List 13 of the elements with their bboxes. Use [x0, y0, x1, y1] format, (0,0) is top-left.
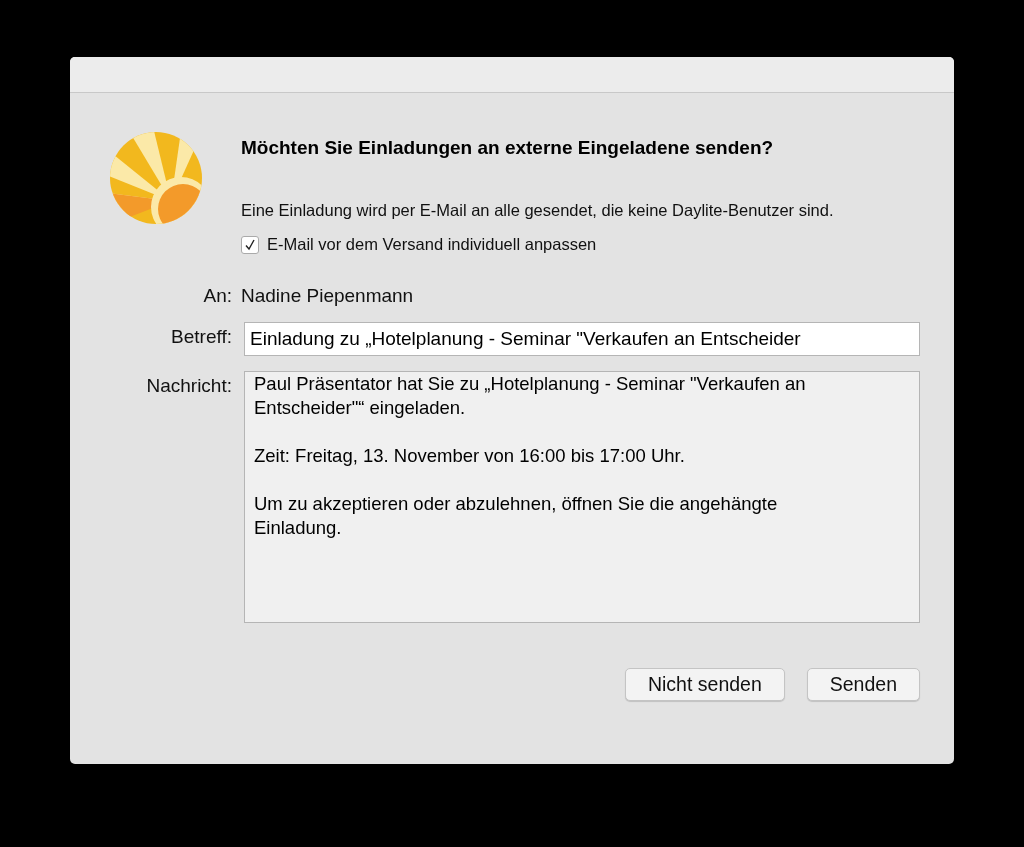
field-label: An: [202, 284, 232, 307]
checkbox-label: E-Mail vor dem Versand individuell anpassen [267, 235, 597, 254]
checkbox[interactable] [241, 235, 259, 254]
dialog-title: Möchten Sie Einladungen an externe Eingeladene senden? [241, 137, 775, 159]
message-field[interactable]: Paul Präsentator hat Sie zu „Hotelplanung - Seminar "Verkaufen an Entscheider"“ eingeladen. Zeit: Freitag, 13. November von 16:00 bis 17:00 Uhr. Um zu akzeptieren oder abzulehnen, öffnen Sie die angehängte Einladung. [244, 371, 920, 623]
field-label: Betreff: [170, 325, 232, 348]
subject-field[interactable]: Einladung zu „Hotelplanung - Seminar "Verkaufen an Entscheider [244, 322, 920, 356]
recipient-text: Nadine Piepenmann [241, 284, 415, 307]
field-label: Nachricht: [145, 374, 232, 397]
dialog-button[interactable]: Senden [806, 668, 920, 701]
description-text: Eine Einladung wird per E-Mail an alle gesendet, die keine Daylite-Benutzer sind. [241, 200, 835, 221]
sun-logo-icon [109, 131, 203, 225]
dialog-button[interactable]: Nicht senden [624, 668, 785, 701]
